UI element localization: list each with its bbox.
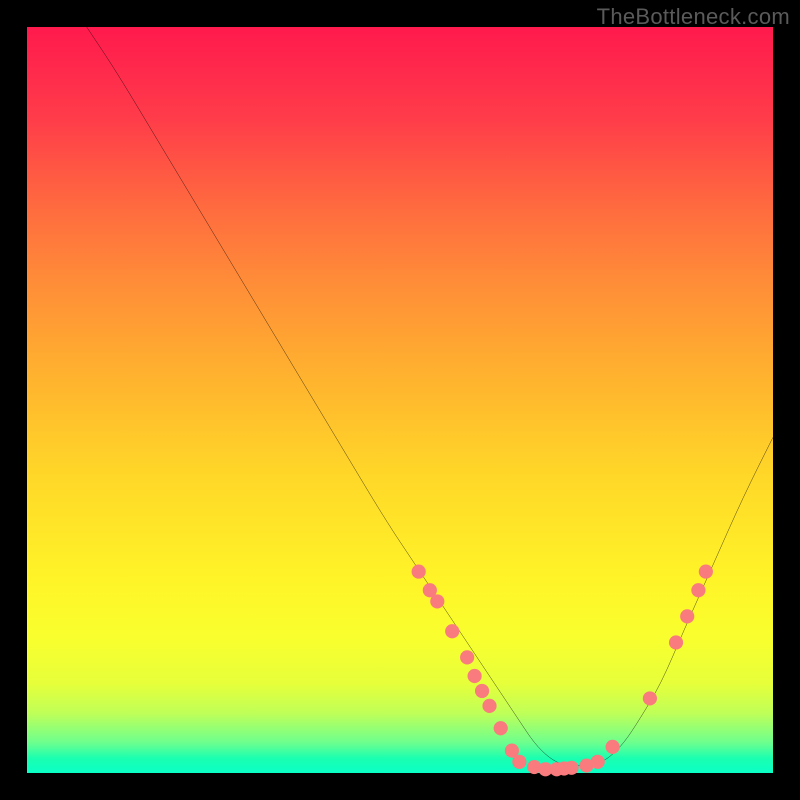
sample-dot [460, 650, 474, 664]
curve-svg [27, 27, 773, 773]
sample-dot [680, 609, 694, 623]
sample-dot [475, 684, 489, 698]
sample-dot [412, 564, 426, 578]
sample-dot [691, 583, 705, 597]
chart-frame: TheBottleneck.com [0, 0, 800, 800]
plot-area [27, 27, 773, 773]
sample-dot [591, 755, 605, 769]
sample-dot [445, 624, 459, 638]
sample-dot [468, 669, 482, 683]
watermark-text: TheBottleneck.com [597, 4, 790, 30]
sample-dot [564, 761, 578, 775]
sample-dot [482, 699, 496, 713]
sample-dot [430, 594, 444, 608]
sample-dot [606, 740, 620, 754]
bottleneck-curve [87, 27, 773, 766]
sample-dot [494, 721, 508, 735]
sample-dot [512, 755, 526, 769]
sample-dot [669, 635, 683, 649]
dots-group [412, 564, 713, 776]
sample-dot [643, 691, 657, 705]
sample-dot [699, 564, 713, 578]
